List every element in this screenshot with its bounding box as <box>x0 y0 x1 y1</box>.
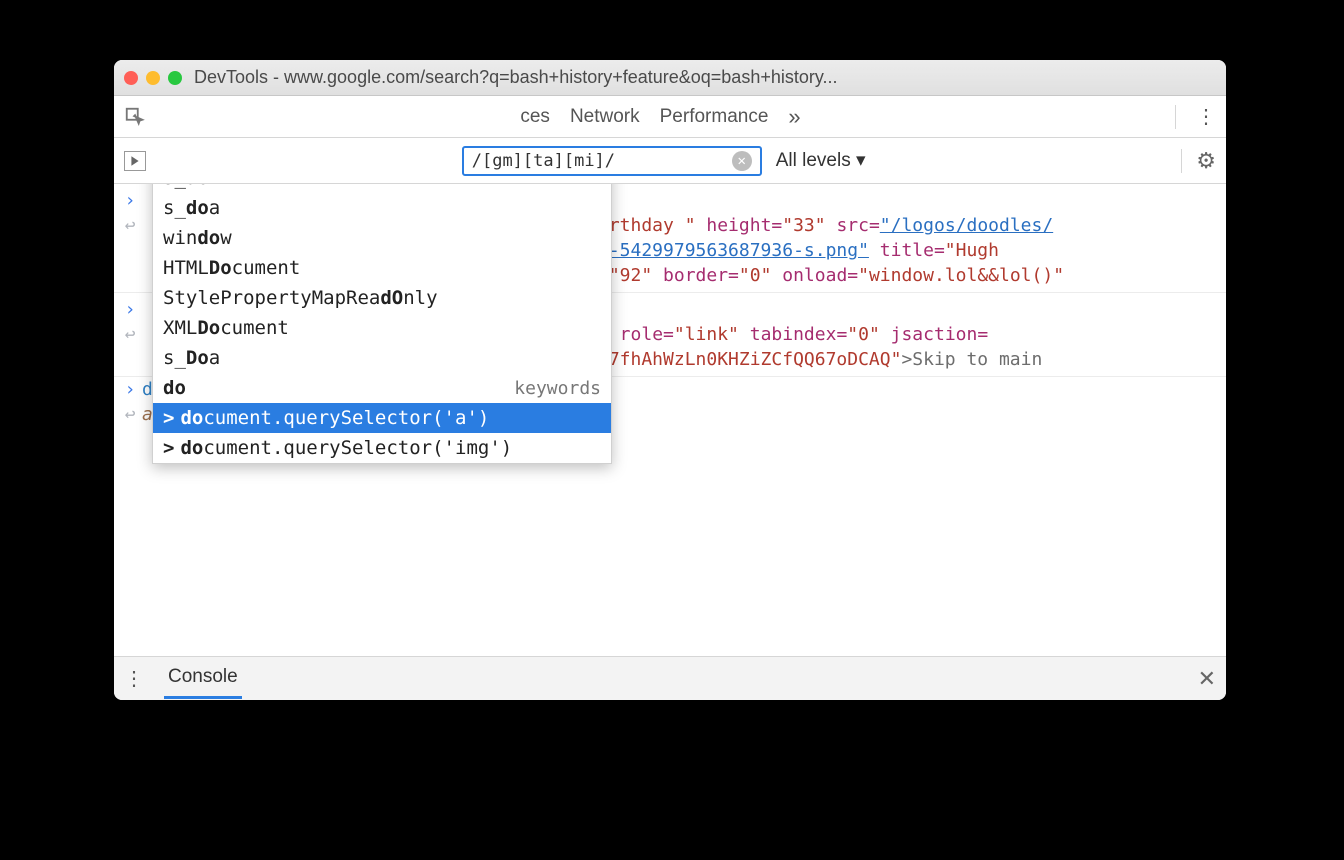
divider <box>1175 105 1176 129</box>
settings-icon[interactable]: ⚙ <box>1196 148 1216 174</box>
autocomplete-popup: onmousedownonpointerdowns_dos_doawindowH… <box>152 184 612 464</box>
autocomplete-item[interactable]: window <box>153 223 611 253</box>
console-toolbar: /[gm][ta][mi]/ ✕ All levels ▾ ⚙ <box>114 138 1226 184</box>
inspect-element-icon[interactable] <box>124 106 146 128</box>
return-icon: ↩ <box>118 404 142 425</box>
autocomplete-item[interactable]: s_doa <box>153 193 611 223</box>
autocomplete-item[interactable]: dokeywords <box>153 373 611 403</box>
titlebar[interactable]: DevTools - www.google.com/search?q=bash+… <box>114 60 1226 96</box>
drawer-tab-console[interactable]: Console <box>164 658 242 699</box>
autocomplete-item[interactable]: s_Doa <box>153 343 611 373</box>
drawer-menu-icon[interactable]: ⋮ <box>124 669 144 689</box>
drawer: ⋮ Console ✕ <box>114 656 1226 700</box>
kebab-menu-icon[interactable]: ⋮ <box>1196 107 1216 127</box>
autocomplete-item[interactable]: StylePropertyMapReadOnly <box>153 283 611 313</box>
autocomplete-history-item[interactable]: >document.querySelector('a') <box>153 403 611 433</box>
sidebar-toggle-icon[interactable] <box>124 151 146 171</box>
panel-tabs: ces Network Performance » ⋮ <box>114 96 1226 138</box>
filter-input[interactable]: /[gm][ta][mi]/ ✕ <box>462 146 762 176</box>
tab-network[interactable]: Network <box>570 106 640 128</box>
close-drawer-icon[interactable]: ✕ <box>1198 666 1216 692</box>
autocomplete-item[interactable]: XMLDocument <box>153 313 611 343</box>
filter-value: /[gm][ta][mi]/ <box>472 151 615 171</box>
autocomplete-item[interactable]: s_do <box>153 184 611 193</box>
expand-icon[interactable]: › <box>118 190 142 211</box>
tab-sources-partial[interactable]: ces <box>520 106 550 128</box>
autocomplete-history-item[interactable]: >document.querySelector('img') <box>153 433 611 463</box>
minimize-icon[interactable] <box>146 71 160 85</box>
overflow-tabs-icon[interactable]: » <box>788 104 800 130</box>
return-icon: ↩ <box>118 324 142 345</box>
devtools-window: DevTools - www.google.com/search?q=bash+… <box>114 60 1226 700</box>
expand-icon[interactable]: › <box>118 299 142 320</box>
clear-filter-icon[interactable]: ✕ <box>732 151 752 171</box>
traffic-lights <box>124 71 182 85</box>
close-icon[interactable] <box>124 71 138 85</box>
zoom-icon[interactable] <box>168 71 182 85</box>
prompt-icon: › <box>118 379 142 400</box>
autocomplete-item[interactable]: HTMLDocument <box>153 253 611 283</box>
divider <box>1181 149 1182 173</box>
tab-performance[interactable]: Performance <box>660 106 769 128</box>
window-title: DevTools - www.google.com/search?q=bash+… <box>194 67 1216 88</box>
log-levels-dropdown[interactable]: All levels ▾ <box>776 149 866 172</box>
return-icon: ↩ <box>118 215 142 236</box>
console-body: onmousedownonpointerdowns_dos_doawindowH… <box>114 184 1226 656</box>
